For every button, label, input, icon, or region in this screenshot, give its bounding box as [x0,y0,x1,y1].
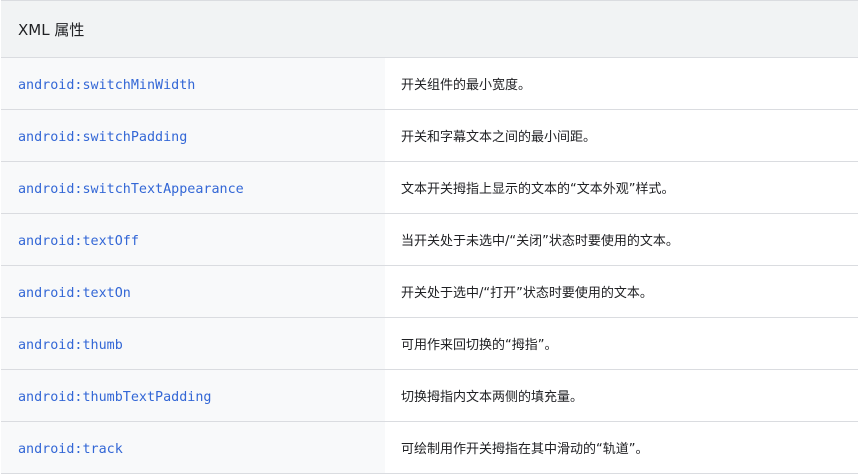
table-row: android:textOff 当开关处于未选中/“关闭”状态时要使用的文本。 [1,213,858,266]
table-row: android:track 可绘制用作开关拇指在其中滑动的“轨道”。 [1,421,858,474]
attr-description: 开关处于选中/“打开”状态时要使用的文本。 [401,286,653,301]
attr-description: 当开关处于未选中/“关闭”状态时要使用的文本。 [401,234,679,249]
attr-name: android:thumb [18,338,123,353]
attr-name: android:switchPadding [18,130,188,145]
attr-link-track[interactable]: android:track [18,442,123,457]
xml-attributes-table: XML 属性 android:switchMinWidth 开关组件的最小宽度。… [1,0,858,474]
attr-name: android:switchTextAppearance [18,182,244,197]
desc-cell: 可绘制用作开关拇指在其中滑动的“轨道”。 [385,421,858,474]
attr-description: 开关和字幕文本之间的最小间距。 [401,130,597,145]
table-header-row: XML 属性 [1,0,858,58]
attr-description: 可用作来回切换的“拇指”。 [401,338,558,353]
table-header: XML 属性 [1,0,858,58]
attr-link-thumb[interactable]: android:thumb [18,338,123,353]
attr-description: 文本开关拇指上显示的文本的“文本外观”样式。 [401,182,675,197]
attr-link-text-on[interactable]: android:textOn [18,286,131,301]
attr-link-switch-text-appearance[interactable]: android:switchTextAppearance [18,182,244,197]
attr-cell: android:switchPadding [1,109,385,162]
attr-link-text-off[interactable]: android:textOff [18,234,139,249]
desc-cell: 开关组件的最小宽度。 [385,57,858,110]
attr-link-switch-min-width[interactable]: android:switchMinWidth [18,78,195,93]
table-row: android:thumbTextPadding 切换拇指内文本两侧的填充量。 [1,369,858,422]
desc-cell: 当开关处于未选中/“关闭”状态时要使用的文本。 [385,213,858,266]
table-row: android:textOn 开关处于选中/“打开”状态时要使用的文本。 [1,265,858,318]
attr-cell: android:thumbTextPadding [1,369,385,422]
attr-description: 开关组件的最小宽度。 [401,78,532,93]
attr-cell: android:switchTextAppearance [1,161,385,214]
attr-name: android:switchMinWidth [18,78,196,93]
attr-cell: android:track [1,421,385,474]
desc-cell: 开关处于选中/“打开”状态时要使用的文本。 [385,265,858,318]
desc-cell: 开关和字幕文本之间的最小间距。 [385,109,858,162]
attr-link-thumb-text-padding[interactable]: android:thumbTextPadding [18,390,211,405]
attr-name: android:track [18,442,123,457]
attr-cell: android:switchMinWidth [1,57,385,110]
attr-name: android:thumbTextPadding [18,390,212,405]
table-row: android:switchPadding 开关和字幕文本之间的最小间距。 [1,109,858,162]
table-row: android:switchMinWidth 开关组件的最小宽度。 [1,57,858,110]
attr-description: 切换拇指内文本两侧的填充量。 [401,390,584,405]
desc-cell: 切换拇指内文本两侧的填充量。 [385,369,858,422]
table-row: android:thumb 可用作来回切换的“拇指”。 [1,317,858,370]
attr-cell: android:thumb [1,317,385,370]
attr-cell: android:textOn [1,265,385,318]
attr-cell: android:textOff [1,213,385,266]
attr-name: android:textOn [18,286,131,301]
table-row: android:switchTextAppearance 文本开关拇指上显示的文… [1,161,858,214]
attr-link-switch-padding[interactable]: android:switchPadding [18,130,187,145]
attr-name: android:textOff [18,234,139,249]
desc-cell: 文本开关拇指上显示的文本的“文本外观”样式。 [385,161,858,214]
desc-cell: 可用作来回切换的“拇指”。 [385,317,858,370]
attr-description: 可绘制用作开关拇指在其中滑动的“轨道”。 [401,442,649,457]
